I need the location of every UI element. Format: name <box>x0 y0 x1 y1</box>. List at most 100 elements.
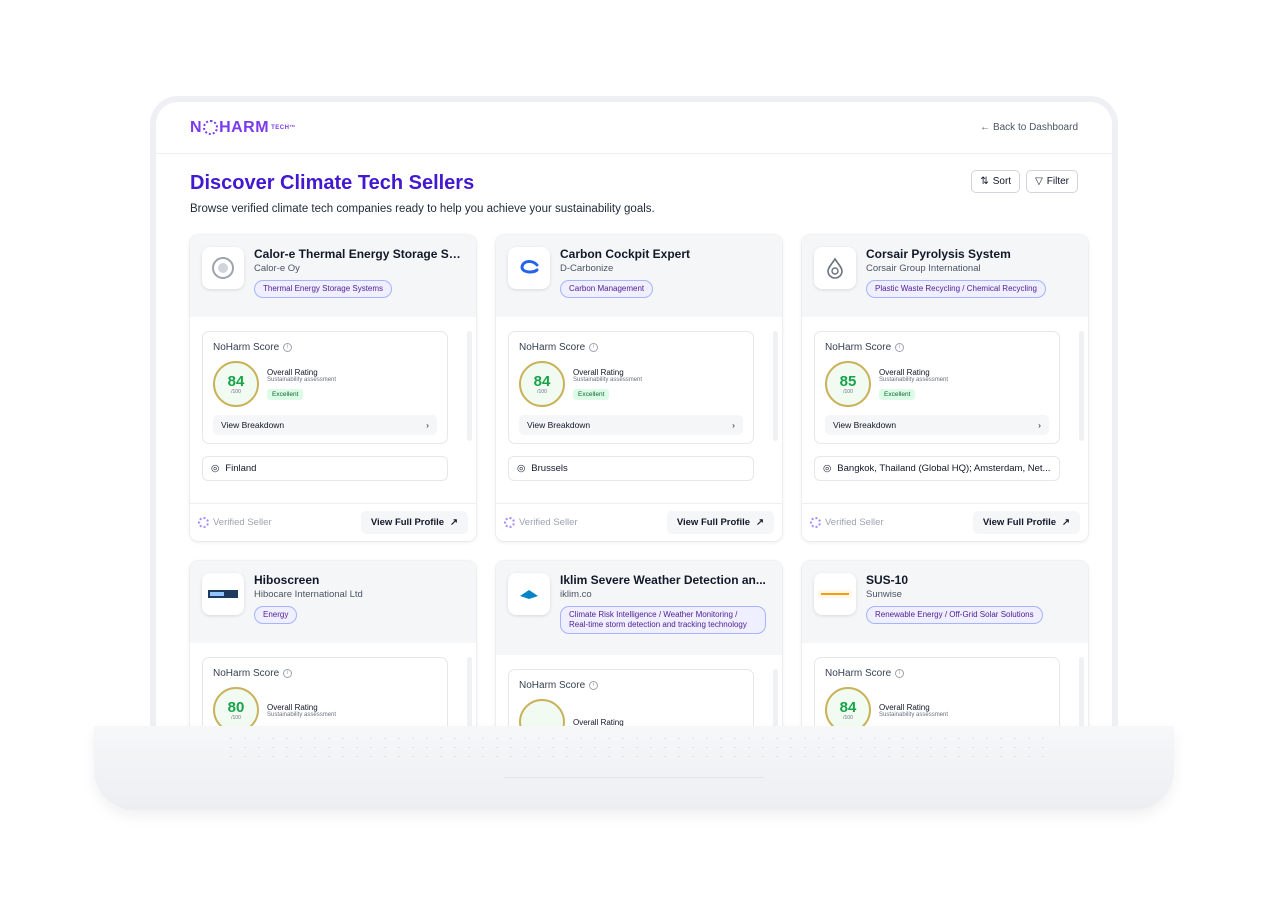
rating-subtitle: Sustainability assessment <box>879 376 949 383</box>
sort-button[interactable]: ⇅ Sort <box>971 170 1021 193</box>
verified-seller-badge: Verified Seller <box>810 517 884 528</box>
score-label: NoHarm Score <box>519 342 586 353</box>
info-icon[interactable]: i <box>895 669 905 678</box>
product-name: Corsair Pyrolysis System <box>866 247 1011 261</box>
company-name: D-Carbonize <box>560 263 614 274</box>
verified-seal-icon <box>198 517 209 528</box>
location-text: Bangkok, Thailand (Global HQ); Amsterdam… <box>837 463 1051 474</box>
top-bar: N HARM TECH™ ← Back to Dashboard <box>156 102 1112 154</box>
view-breakdown-button[interactable]: View Breakdown › <box>825 415 1049 435</box>
score-value: 85 <box>839 372 857 390</box>
verified-label: Verified Seller <box>213 517 272 528</box>
map-pin-icon: ◎ <box>211 463 220 474</box>
back-to-dashboard-link[interactable]: ← Back to Dashboard <box>980 122 1078 133</box>
rating-subtitle: Sustainability assessment <box>267 711 337 718</box>
scrollbar[interactable] <box>773 669 778 730</box>
rating-subtitle: Sustainability assessment <box>573 376 643 383</box>
view-profile-label: View Full Profile <box>370 517 445 528</box>
calor-e-logo-icon <box>212 257 234 279</box>
view-full-profile-button[interactable]: View Full Profile ↗ <box>360 511 468 534</box>
scrollbar[interactable] <box>773 331 778 441</box>
product-name: SUS-10 <box>866 573 909 587</box>
score-ring: 84/100 <box>213 361 259 407</box>
company-logo <box>814 247 856 289</box>
seller-card[interactable]: SUS-10 Sunwise Renewable Energy / Off-Gr… <box>802 561 1088 730</box>
keyboard <box>224 734 1044 760</box>
filter-button[interactable]: ▽ Filter <box>1026 170 1078 193</box>
external-link-icon: ↗ <box>450 517 458 528</box>
category-tag: Carbon Management <box>560 280 654 298</box>
rating-badge: Excellent <box>267 388 304 400</box>
d-carbonize-logo-icon <box>520 260 539 274</box>
scrollbar[interactable] <box>1079 657 1084 730</box>
score-max: /100 <box>537 388 547 395</box>
product-name: Iklim Severe Weather Detection an... <box>560 573 766 587</box>
score-panel: NoHarm Score i Overall Rating <box>508 669 754 730</box>
company-name: Corsair Group International <box>866 263 981 274</box>
company-name: Sunwise <box>866 589 902 600</box>
score-ring: 84/100 <box>519 361 565 407</box>
location-field: ◎ Brussels <box>508 456 754 481</box>
seller-card[interactable]: Hiboscreen Hibocare International Ltd En… <box>190 561 476 730</box>
map-pin-icon: ◎ <box>517 463 526 474</box>
score-panel: NoHarm Score i 80/100 Overall Rating Sust… <box>202 657 448 730</box>
category-tag: Thermal Energy Storage Systems <box>254 280 393 298</box>
noharm-logo[interactable]: N HARM TECH™ <box>190 119 296 137</box>
score-max: /100 <box>843 388 853 395</box>
view-full-profile-button[interactable]: View Full Profile ↗ <box>972 511 1080 534</box>
view-profile-label: View Full Profile <box>676 517 751 528</box>
info-icon[interactable]: i <box>589 681 599 690</box>
product-name: Hiboscreen <box>254 573 320 587</box>
seller-card[interactable]: Corsair Pyrolysis System Corsair Group I… <box>802 235 1088 541</box>
view-breakdown-button[interactable]: View Breakdown › <box>519 415 743 435</box>
score-max: /100 <box>843 714 853 721</box>
laptop-base <box>94 726 1174 810</box>
scrollbar[interactable] <box>1079 331 1084 441</box>
app-window: N HARM TECH™ ← Back to Dashboard Discover … <box>156 102 1112 730</box>
scrollbar[interactable] <box>467 657 472 730</box>
external-link-icon: ↗ <box>1062 517 1070 528</box>
logo-trademark: TECH™ <box>271 124 296 131</box>
rating-title: Overall Rating <box>267 702 318 712</box>
rating-title: Overall Rating <box>879 367 930 377</box>
laptop-screen: N HARM TECH™ ← Back to Dashboard Discover … <box>150 96 1118 730</box>
iklim-cloud-logo-icon <box>520 590 538 599</box>
product-name: Calor-e Thermal Energy Storage Sy... <box>254 247 464 261</box>
verified-seller-badge: Verified Seller <box>198 517 272 528</box>
info-icon[interactable]: i <box>589 343 599 352</box>
company-name: Hibocare International Ltd <box>254 589 363 600</box>
seller-card[interactable]: Iklim Severe Weather Detection an... ikl… <box>496 561 782 730</box>
trackpad-edge <box>504 766 764 778</box>
seller-card[interactable]: Carbon Cockpit Expert D-Carbonize Carbon… <box>496 235 782 541</box>
chevron-right-icon: › <box>1038 420 1041 430</box>
score-ring: 80/100 <box>213 687 259 730</box>
company-name: Calor-e Oy <box>254 263 300 274</box>
score-panel: NoHarm Score i 84/100 Overall Rating Sust… <box>814 657 1060 730</box>
score-panel: NoHarm Score i 85/100 Overall Rating Sust… <box>814 331 1060 444</box>
info-icon[interactable]: i <box>895 343 905 352</box>
view-profile-label: View Full Profile <box>982 517 1057 528</box>
score-label: NoHarm Score <box>519 680 586 691</box>
gear-logo-icon <box>203 120 219 135</box>
view-breakdown-button[interactable]: View Breakdown › <box>213 415 437 435</box>
score-value: 80 <box>227 698 245 716</box>
info-icon[interactable]: i <box>283 669 293 678</box>
scrollbar[interactable] <box>467 331 472 441</box>
rating-title: Overall Rating <box>573 367 624 377</box>
view-full-profile-button[interactable]: View Full Profile ↗ <box>666 511 774 534</box>
score-ring: 85/100 <box>825 361 871 407</box>
rating-badge: Excellent <box>879 388 916 400</box>
verified-seal-icon <box>504 517 515 528</box>
company-logo <box>508 247 550 289</box>
score-label: NoHarm Score <box>213 342 280 353</box>
chevron-right-icon: › <box>732 420 735 430</box>
rating-title: Overall Rating <box>267 367 318 377</box>
seller-card[interactable]: Calor-e Thermal Energy Storage Sy... Cal… <box>190 235 476 541</box>
verified-seller-badge: Verified Seller <box>504 517 578 528</box>
seller-grid: Calor-e Thermal Energy Storage Sy... Cal… <box>190 235 1088 730</box>
info-icon[interactable]: i <box>283 343 293 352</box>
rating-title: Overall Rating <box>879 702 930 712</box>
company-logo <box>508 573 550 615</box>
category-tag: Climate Risk Intelligence / Weather Moni… <box>560 606 766 634</box>
chevron-right-icon: › <box>426 420 429 430</box>
